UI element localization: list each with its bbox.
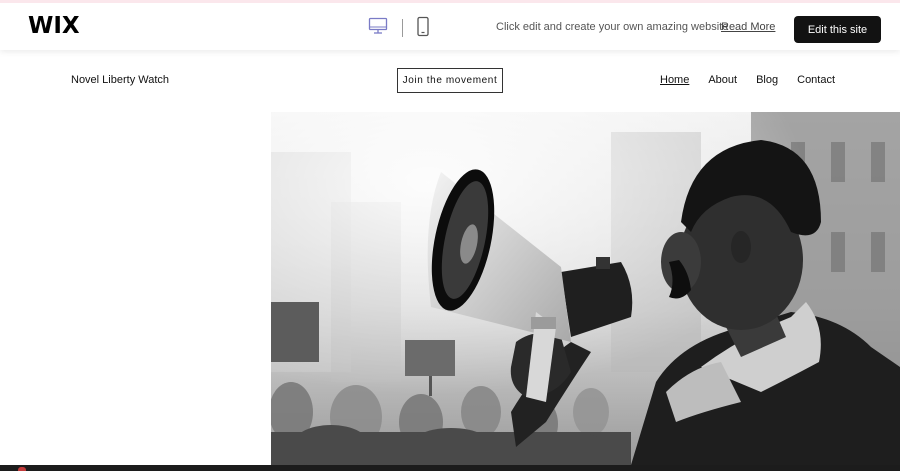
mobile-icon[interactable] <box>415 16 431 43</box>
nav-about[interactable]: About <box>708 74 737 86</box>
nav-contact[interactable]: Contact <box>797 74 835 86</box>
wix-editor-bar: WIX Click edit and create your own amazi… <box>0 0 900 50</box>
record-dot-icon <box>18 467 26 471</box>
site-nav: Home About Blog Contact <box>660 74 835 86</box>
edit-site-button[interactable]: Edit this site <box>794 16 881 43</box>
device-divider <box>402 19 403 37</box>
bottom-bar <box>0 465 900 471</box>
wix-logo[interactable]: WIX <box>28 13 80 39</box>
nav-home[interactable]: Home <box>660 74 689 86</box>
join-movement-button[interactable]: Join the movement <box>397 68 503 93</box>
nav-blog[interactable]: Blog <box>756 74 778 86</box>
wix-prompt-text: Click edit and create your own amazing w… <box>496 21 729 33</box>
hero-image <box>271 112 900 465</box>
site-title[interactable]: Novel Liberty Watch <box>71 74 169 86</box>
read-more-link[interactable]: Read More <box>721 21 775 33</box>
desktop-icon[interactable] <box>368 16 388 41</box>
